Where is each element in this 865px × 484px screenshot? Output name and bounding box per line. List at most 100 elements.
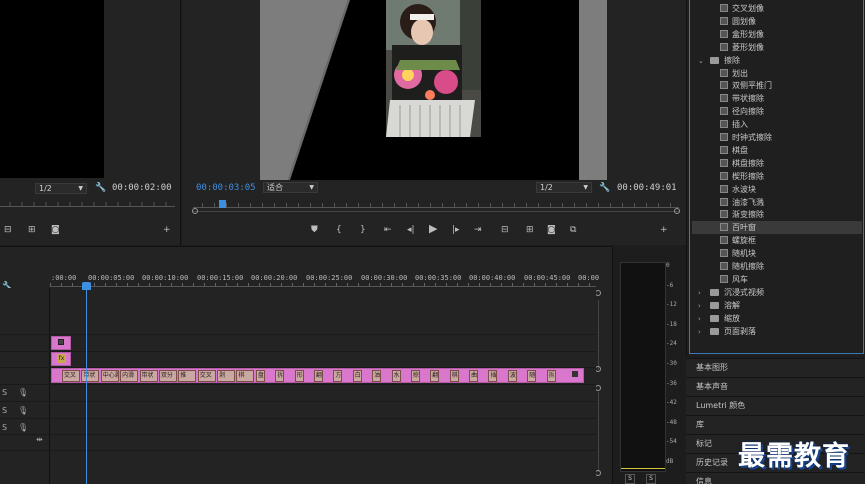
transition-marker[interactable]: 掠 bbox=[410, 370, 420, 382]
effect-item[interactable]: 风车 bbox=[720, 273, 748, 286]
wrench-icon[interactable]: 🔧 bbox=[599, 183, 610, 193]
step-back-icon[interactable]: ◂| bbox=[407, 225, 415, 235]
transition-marker[interactable]: 水 bbox=[391, 370, 401, 382]
clip-v2[interactable]: fx bbox=[51, 352, 71, 366]
effect-item[interactable]: 水波块 bbox=[720, 183, 756, 196]
track-solo[interactable]: S bbox=[2, 388, 7, 397]
program-zoom-dropdown[interactable]: 适合 ▼ bbox=[263, 182, 318, 193]
effect-item[interactable]: 棋盘擦除 bbox=[720, 157, 764, 170]
effect-item[interactable]: 随机块 bbox=[720, 247, 756, 260]
camera-icon[interactable]: ◙ bbox=[547, 225, 556, 235]
transition-marker[interactable]: 拆 bbox=[275, 370, 285, 382]
compare-view-icon[interactable]: ⧉ bbox=[570, 225, 576, 235]
expand-track-icon[interactable]: ⇹ bbox=[36, 435, 43, 444]
effect-item[interactable]: 双侧平推门 bbox=[720, 79, 772, 92]
effects-folder[interactable]: › 沉浸式视频 bbox=[698, 286, 858, 299]
panel-info[interactable]: 信息 bbox=[686, 472, 865, 484]
effect-item[interactable]: 随机擦除 bbox=[720, 260, 764, 273]
effect-item[interactable]: 渐变擦除 bbox=[720, 208, 764, 221]
transition-marker[interactable]: 形 bbox=[294, 370, 304, 382]
transition-marker[interactable]: 方 bbox=[333, 370, 343, 382]
mic-icon[interactable]: 🎙 bbox=[18, 423, 28, 432]
effect-item[interactable]: 楔形擦除 bbox=[720, 170, 764, 183]
transition-marker[interactable]: 插 bbox=[488, 370, 498, 382]
panel-essential-graphics[interactable]: 基本图形 bbox=[686, 358, 865, 377]
meter-solo-right[interactable]: S bbox=[646, 474, 656, 484]
program-playhead[interactable] bbox=[219, 200, 226, 208]
chevron-right-icon[interactable]: › bbox=[698, 326, 706, 339]
panel-libraries[interactable]: 库 bbox=[686, 415, 865, 434]
track-solo[interactable]: S bbox=[2, 423, 7, 432]
insert-icon[interactable]: ⊟ bbox=[4, 225, 12, 235]
program-current-timecode[interactable]: 00:00:03:05 bbox=[196, 183, 256, 193]
source-ruler[interactable] bbox=[0, 199, 175, 207]
effects-folder[interactable]: › 页面剥落 bbox=[698, 325, 858, 338]
transition-marker[interactable]: 波 bbox=[507, 370, 517, 382]
go-to-out-icon[interactable]: ⇥ bbox=[474, 225, 482, 235]
mic-icon[interactable]: 🎙 bbox=[18, 388, 28, 397]
zoom-handle-right[interactable] bbox=[674, 208, 680, 214]
wrench-icon[interactable]: 🔧 bbox=[95, 183, 106, 193]
effect-item[interactable]: 插入 bbox=[720, 118, 748, 131]
audio-scroll-track[interactable] bbox=[598, 392, 599, 472]
transition-marker[interactable]: 棋 bbox=[449, 370, 459, 382]
effect-item[interactable]: 百叶窗 bbox=[692, 221, 862, 235]
effect-item[interactable]: 时钟式擦除 bbox=[720, 131, 772, 144]
effects-folder[interactable]: › 缩放 bbox=[698, 312, 858, 325]
effect-item[interactable]: 油漆飞溅 bbox=[720, 196, 764, 209]
transition-marker[interactable]: 棋 bbox=[236, 370, 255, 382]
go-to-in-icon[interactable]: ⇤ bbox=[384, 225, 392, 235]
transition-marker[interactable]: 盘 bbox=[255, 370, 265, 382]
transition-marker[interactable]: 剥 bbox=[217, 370, 236, 382]
overwrite-icon[interactable]: ⊞ bbox=[28, 225, 36, 235]
transition-marker[interactable]: 翻 bbox=[314, 370, 323, 382]
mark-out-icon[interactable]: } bbox=[360, 225, 366, 235]
lift-icon[interactable]: ⊟ bbox=[501, 225, 509, 235]
transition-marker[interactable]: 推 bbox=[178, 370, 197, 382]
effect-item[interactable]: 棋盘 bbox=[720, 144, 748, 157]
meter-solo-left[interactable]: S bbox=[625, 474, 635, 484]
marker-icon[interactable]: ⛊ bbox=[311, 225, 318, 235]
effect-item[interactable]: 交叉划像 bbox=[720, 2, 764, 15]
effect-item[interactable]: 划出 bbox=[720, 67, 748, 80]
panel-lumetri-color[interactable]: Lumetri 颜色 bbox=[686, 396, 865, 415]
timeline-scroll-track[interactable] bbox=[598, 300, 599, 370]
effect-item[interactable]: 带状擦除 bbox=[720, 92, 764, 105]
transition-marker[interactable]: 交叉 bbox=[62, 370, 80, 382]
step-forward-icon[interactable]: |▸ bbox=[452, 225, 460, 235]
transition-marker[interactable]: 曲 bbox=[469, 370, 479, 382]
source-fit-dropdown[interactable]: 1/2 ▼ bbox=[35, 183, 87, 194]
transition-marker[interactable]: 双分 bbox=[158, 370, 177, 382]
transition-marker[interactable]: 带状 bbox=[81, 370, 100, 382]
play-icon[interactable]: ▶ bbox=[429, 223, 437, 234]
zoom-handle-left[interactable] bbox=[192, 208, 198, 214]
mic-icon[interactable]: 🎙 bbox=[18, 406, 28, 415]
transition-marker[interactable]: 翻 bbox=[430, 370, 440, 382]
mark-in-icon[interactable]: { bbox=[336, 225, 342, 235]
transition-marker[interactable]: 中心剥 bbox=[100, 370, 119, 382]
effect-item[interactable]: 圆划像 bbox=[720, 15, 756, 28]
camera-icon[interactable]: ◙ bbox=[51, 225, 60, 235]
panel-essential-sound[interactable]: 基本声音 bbox=[686, 377, 865, 396]
effect-item[interactable]: 菱形划像 bbox=[720, 41, 764, 54]
plus-icon[interactable]: + bbox=[660, 225, 668, 235]
transition-marker[interactable]: 内滑 bbox=[120, 370, 139, 382]
timeline-ruler[interactable] bbox=[50, 283, 596, 287]
chevron-down-icon[interactable]: ⌄ bbox=[698, 55, 706, 68]
effect-item[interactable]: 螺旋框 bbox=[720, 234, 756, 247]
effects-folder[interactable]: › 溶解 bbox=[698, 299, 858, 312]
program-fit-dropdown[interactable]: 1/2 ▼ bbox=[536, 182, 592, 193]
effect-item[interactable]: 盒形划像 bbox=[720, 28, 764, 41]
effects-folder[interactable]: ⌄ 擦除 bbox=[698, 54, 858, 67]
transition-marker[interactable]: 白 bbox=[352, 370, 362, 382]
plus-icon[interactable]: + bbox=[163, 225, 171, 235]
transition-marker[interactable]: 油 bbox=[372, 370, 382, 382]
clip-v3[interactable] bbox=[51, 336, 71, 350]
extract-icon[interactable]: ⊞ bbox=[526, 225, 534, 235]
transition-marker[interactable]: 拆 bbox=[546, 370, 556, 382]
effect-item[interactable]: 径向擦除 bbox=[720, 105, 764, 118]
program-zoom-bar[interactable] bbox=[193, 211, 679, 212]
transition-marker[interactable]: 带状 bbox=[139, 370, 158, 382]
track-solo[interactable]: S bbox=[2, 406, 7, 415]
transition-marker[interactable]: 随 bbox=[527, 370, 537, 382]
